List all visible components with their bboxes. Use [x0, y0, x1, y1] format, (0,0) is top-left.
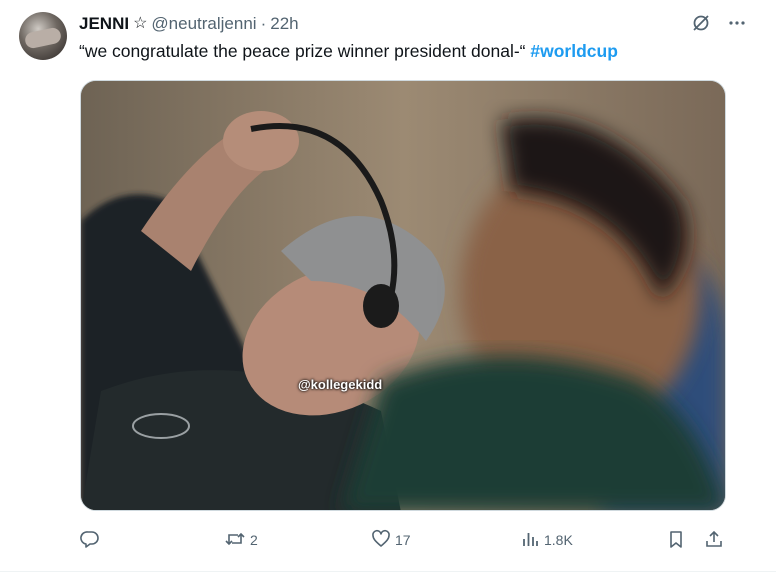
retweet-button[interactable]: 2 [224, 526, 258, 554]
views-icon [520, 529, 540, 552]
more-icon[interactable] [726, 12, 748, 34]
author-handle[interactable]: @neutraljenni [151, 13, 256, 35]
top-actions [690, 12, 748, 34]
views-count: 1.8K [544, 532, 573, 548]
reply-button[interactable] [80, 526, 104, 554]
retweet-icon [224, 529, 246, 552]
action-bar: 2 17 1.8K [80, 526, 726, 554]
reply-icon [80, 529, 100, 552]
tweet-header: JENNI ☆ @neutraljenni · 22h [79, 13, 299, 35]
tweet-image[interactable]: @kollegekidd [80, 80, 726, 511]
tweet-body: “we congratulate the peace prize winner … [79, 41, 531, 61]
author-name[interactable]: JENNI [79, 13, 129, 35]
tweet-card[interactable]: JENNI ☆ @neutraljenni · 22h “we congratu… [0, 0, 776, 572]
heart-icon [371, 529, 391, 552]
bookmark-button[interactable] [666, 526, 686, 554]
timestamp[interactable]: 22h [270, 13, 298, 35]
share-icon [704, 529, 724, 552]
avatar[interactable] [19, 12, 67, 60]
share-button[interactable] [704, 526, 724, 554]
like-button[interactable]: 17 [371, 526, 411, 554]
grok-icon[interactable] [690, 12, 712, 34]
separator-dot: · [260, 14, 267, 33]
hashtag-link[interactable]: #worldcup [530, 41, 618, 61]
image-watermark: @kollegekidd [298, 377, 383, 392]
bookmark-icon [666, 529, 686, 552]
views-button[interactable]: 1.8K [520, 526, 573, 554]
avatar-image [23, 26, 63, 50]
photo-illustration [81, 81, 725, 510]
retweet-count: 2 [250, 532, 258, 548]
star-icon: ☆ [133, 15, 148, 32]
like-count: 17 [395, 532, 411, 548]
tweet-text: “we congratulate the peace prize winner … [79, 38, 618, 64]
